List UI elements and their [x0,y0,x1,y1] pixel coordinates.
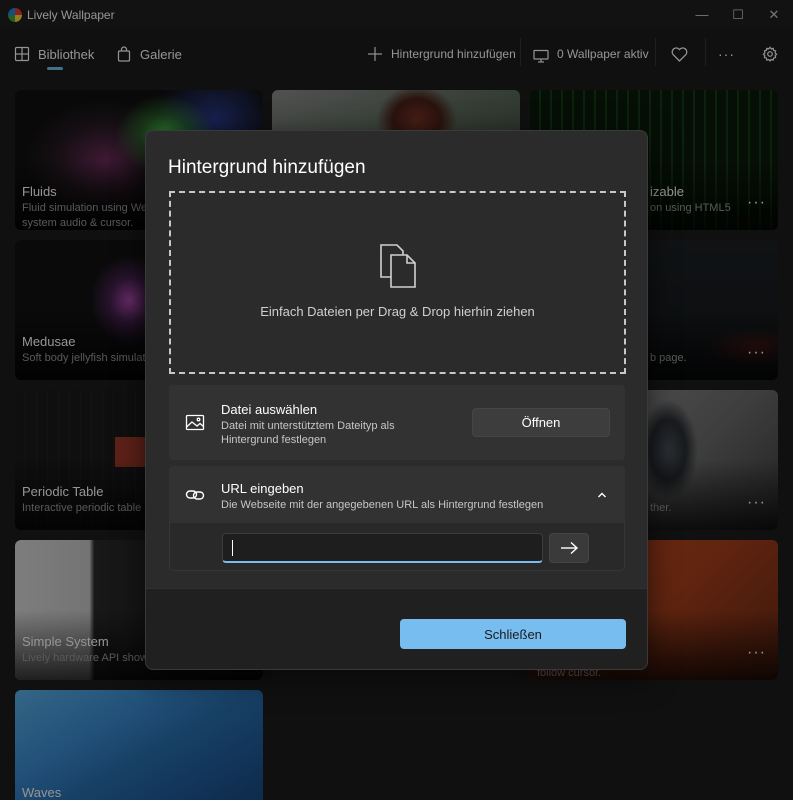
chevron-up-icon[interactable] [597,490,607,500]
image-icon [185,414,205,431]
url-section-header[interactable]: URL eingeben Die Webseite mit der angege… [169,466,625,523]
url-section-title: URL eingeben [221,481,304,496]
documents-icon [380,244,416,288]
link-icon [185,490,205,500]
dialog-title: Hintergrund hinzufügen [168,157,366,178]
add-wallpaper-dialog: Hintergrund hinzufügen Einfach Dateien p… [145,130,648,670]
dialog-footer: Schließen [146,588,647,669]
drop-zone-text: Einfach Dateien per Drag & Drop hierhin … [260,304,535,319]
file-section-title: Datei auswählen [221,402,318,417]
file-section-desc-line1: Datei mit unterstütztem Dateityp als [221,420,395,432]
url-input[interactable] [222,533,543,563]
file-select-section: Datei auswählen Datei mit unterstütztem … [169,385,625,460]
submit-url-button[interactable] [549,533,589,563]
file-section-desc-line2: Hintergrund festlegen [221,434,327,446]
close-dialog-button[interactable]: Schließen [400,619,626,649]
open-file-button[interactable]: Öffnen [472,408,610,437]
text-caret [232,540,233,556]
url-input-panel [169,523,625,571]
url-section-desc: Die Webseite mit der angegebenen URL als… [221,499,544,511]
drop-zone[interactable]: Einfach Dateien per Drag & Drop hierhin … [169,191,626,374]
arrow-right-icon [561,541,579,555]
